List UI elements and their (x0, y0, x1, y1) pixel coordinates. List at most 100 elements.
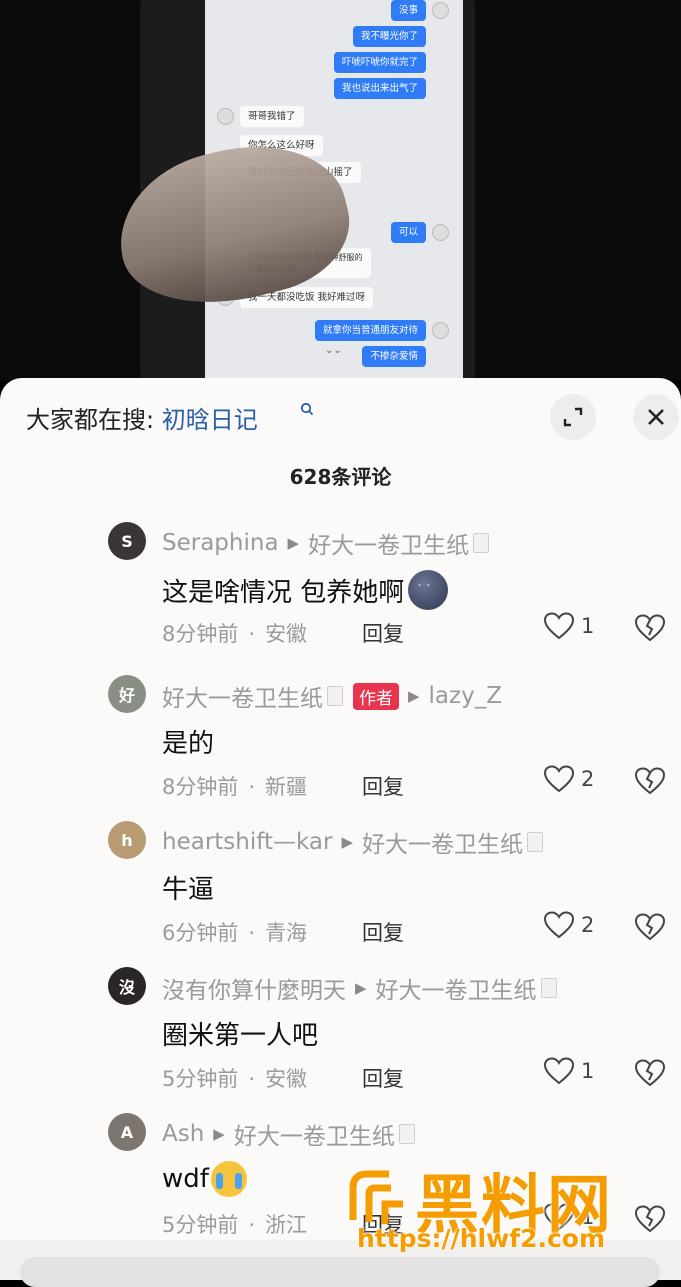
chat-row: 吓唬吓唬你就完了 (333, 52, 426, 73)
reply-to-username[interactable]: lazy_Z (429, 683, 502, 709)
tissue-emoji-icon (526, 832, 543, 852)
avatar[interactable]: A (108, 1113, 146, 1151)
comment-text: wdf (162, 1161, 247, 1197)
comment-username[interactable]: Seraphina (162, 530, 279, 556)
moon-face-emoji-icon (408, 570, 449, 610)
comment-header: 好大一卷卫生纸 作者 ▶ lazy_Z (162, 679, 502, 713)
reply-arrow-icon: ▶ (287, 534, 300, 552)
reply-button[interactable]: 回复 (362, 771, 404, 801)
chat-avatar (217, 108, 234, 125)
comment-header: Ash ▶ 好大一卷卫生纸 (162, 1117, 415, 1151)
chat-row: 我不曝光你了 (352, 26, 426, 47)
reply-arrow-icon: ▶ (213, 1125, 225, 1143)
watermark-logo-icon (349, 1170, 403, 1224)
reply-to-username[interactable]: 好大一卷卫生纸 (308, 526, 469, 560)
chat-row: 哥哥我错了 (217, 106, 304, 127)
comment-location: 新疆 (265, 775, 308, 799)
comment-body: 这是啥情况 包养她啊 (162, 577, 405, 608)
close-icon (648, 409, 664, 425)
author-badge: 作者 (353, 682, 399, 710)
comment-header: heartshift—kar ▶ 好大一卷卫生纸 (162, 825, 543, 859)
close-button[interactable] (633, 394, 679, 440)
like-count: 2 (581, 913, 595, 937)
comment-meta: 6分钟前 · 青海 (162, 921, 308, 945)
video-player[interactable]: 没事 我不曝光你了 吓唬吓唬你就完了 我也说出来出气了 哥哥我错了 你怎么这么好… (0, 0, 681, 380)
dislike-button[interactable] (634, 1059, 666, 1091)
broken-heart-icon (634, 913, 666, 941)
like-button[interactable]: 1 (543, 612, 594, 640)
chat-bubble: 吓唬吓唬你就完了 (333, 52, 426, 73)
chat-bubble: 我也说出来出气了 (333, 78, 426, 99)
dislike-button[interactable] (634, 913, 666, 945)
comment-text: 圈米第一人吧 (162, 1015, 318, 1052)
comment-body: 是的 (162, 729, 215, 759)
comment-input[interactable] (20, 1257, 660, 1287)
expand-icon (563, 407, 583, 427)
comment-username[interactable]: 好大一卷卫生纸 (162, 679, 323, 713)
chat-bubble: 哥哥我错了 (240, 106, 304, 127)
comment-item: 沒 沒有你算什麼明天 ▶ 好大一卷卫生纸 圈米第一人吧 5分钟前 · 安徽 回复 1 (0, 967, 681, 1107)
reply-arrow-icon: ▶ (341, 833, 353, 851)
comment-item: 好 好大一卷卫生纸 作者 ▶ lazy_Z 是的 8分钟前 · 新疆 回复 2 (0, 675, 681, 815)
chat-row: 可以 (390, 222, 449, 243)
like-button[interactable]: 2 (543, 765, 594, 793)
comment-body: 牛逼 (162, 875, 215, 905)
comment-body: 圈米第一人吧 (162, 1021, 319, 1051)
chat-avatar (432, 2, 449, 19)
chat-bubble: 不掺杂爱情 (362, 346, 426, 367)
comment-meta: 5分钟前 · 安徽 (162, 1067, 308, 1091)
comment-time: 5分钟前 (162, 1067, 239, 1091)
avatar[interactable]: h (108, 821, 146, 859)
crying-face-emoji-icon (210, 1161, 247, 1197)
search-suggestion-label: 大家都在搜: (26, 406, 162, 434)
comment-count: 628条评论 (289, 465, 392, 489)
tissue-emoji-icon (473, 533, 490, 553)
comment-username[interactable]: heartshift—kar (162, 829, 332, 855)
comment-meta: 8分钟前 · 新疆 (162, 775, 308, 799)
heart-icon (543, 1057, 575, 1085)
comment-username[interactable]: Ash (162, 1121, 204, 1147)
watermark-url: https://hlwf2.com (357, 1224, 606, 1253)
chevron-down-icon: ⌄⌄ (325, 345, 342, 356)
dislike-button[interactable] (634, 767, 666, 799)
chat-row: 不掺杂爱情 (362, 346, 426, 367)
comment-item: S Seraphina ▶ 好大一卷卫生纸 这是啥情况 包养她啊 8分钟前·安徽… (0, 522, 681, 662)
reply-arrow-icon: ▶ (355, 979, 367, 997)
reply-to-username[interactable]: 好大一卷卫生纸 (376, 971, 537, 1005)
avatar[interactable]: S (108, 522, 146, 560)
chat-avatar (432, 322, 449, 339)
comment-header: Seraphina ▶ 好大一卷卫生纸 (162, 526, 490, 560)
chat-bubble: 可以 (390, 222, 426, 243)
heart-icon (543, 612, 575, 640)
dislike-button[interactable] (634, 614, 666, 646)
comment-location: 浙江 (265, 1213, 308, 1237)
like-button[interactable]: 2 (543, 911, 594, 939)
search-suggestion-query[interactable]: 初晗日记 (162, 406, 258, 434)
comment-text: 牛逼 (162, 869, 214, 906)
comment-item: h heartshift—kar ▶ 好大一卷卫生纸 牛逼 6分钟前 · 青海 回复… (0, 821, 681, 961)
search-suggestion[interactable]: 大家都在搜: 初晗日记 (26, 400, 258, 435)
expand-button[interactable] (550, 394, 596, 440)
broken-heart-icon (634, 1059, 666, 1087)
chat-row: 就拿你当普通朋友对待 (314, 320, 449, 341)
watermark: 黑料网 https://hlwf2.com (345, 1158, 665, 1258)
comment-text: 这是啥情况 包养她啊 (162, 570, 449, 610)
reply-to-username[interactable]: 好大一卷卫生纸 (362, 825, 523, 859)
heart-icon (543, 765, 575, 793)
comment-time: 8分钟前 (162, 775, 239, 799)
reply-to-username[interactable]: 好大一卷卫生纸 (234, 1117, 395, 1151)
tissue-emoji-icon (540, 978, 557, 998)
comment-username[interactable]: 沒有你算什麼明天 (162, 971, 346, 1005)
reply-button[interactable]: 回复 (362, 917, 404, 947)
comment-sheet: 大家都在搜: 初晗日记 628条评论 S Seraphina ▶ 好大一卷卫生纸… (0, 378, 681, 1280)
like-button[interactable]: 1 (543, 1057, 594, 1085)
heart-icon (543, 911, 575, 939)
comment-meta: 5分钟前 · 浙江 (162, 1213, 308, 1237)
avatar[interactable]: 沒 (108, 967, 146, 1005)
reply-button[interactable]: 回复 (362, 618, 404, 648)
avatar[interactable]: 好 (108, 675, 146, 713)
reply-button[interactable]: 回复 (362, 1063, 404, 1093)
chat-bubble: 没事 (390, 0, 426, 21)
comment-time: 8分钟前 (162, 622, 239, 646)
search-icon[interactable] (300, 402, 314, 420)
